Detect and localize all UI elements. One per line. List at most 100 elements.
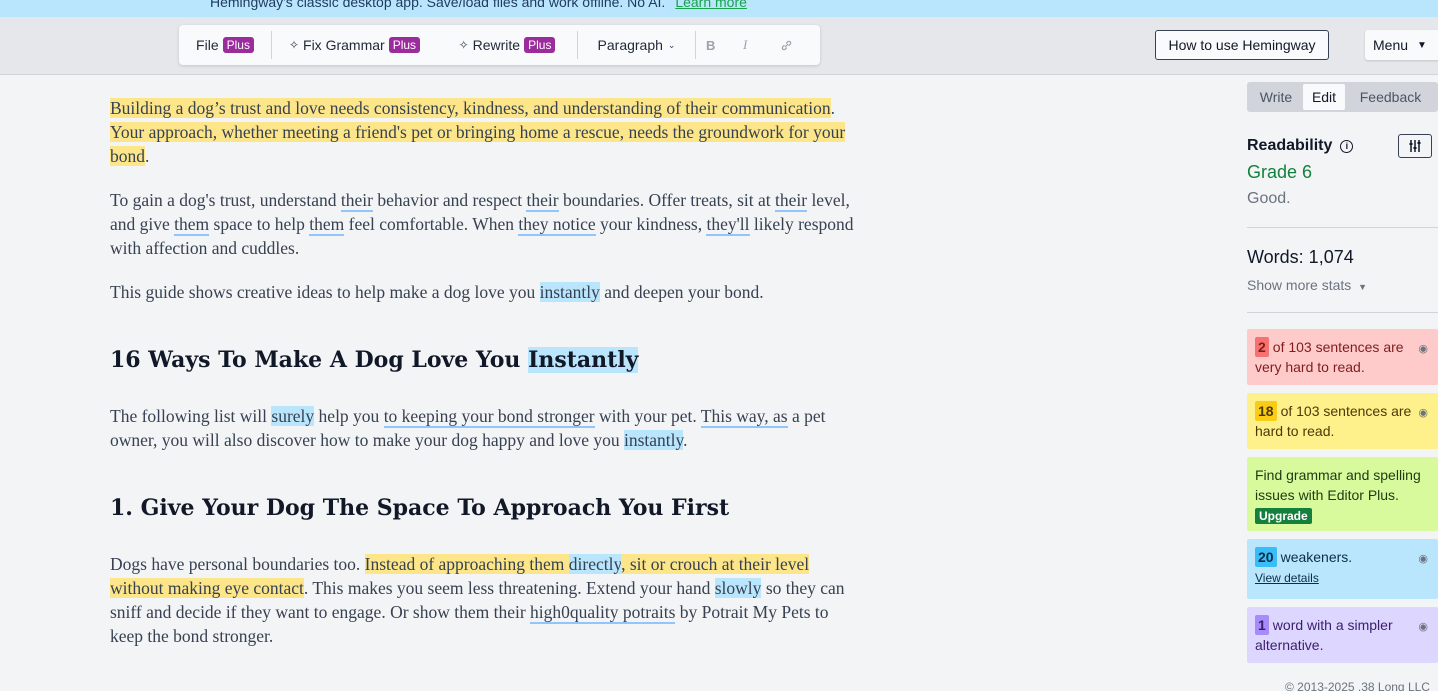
fix-grammar-button[interactable]: ✧ Fix Grammar Plus: [272, 25, 437, 65]
weakener-highlight[interactable]: surely: [271, 406, 315, 426]
pronoun-highlight[interactable]: them: [309, 214, 345, 236]
weakeners-text: weakeners.: [1280, 549, 1353, 565]
weakener-highlight[interactable]: instantly: [539, 282, 600, 302]
pronoun-highlight[interactable]: they'll: [706, 214, 750, 236]
text: space to help: [209, 214, 310, 234]
text: The following list will: [110, 406, 272, 426]
paragraph-dropdown[interactable]: Paragraph ⌄: [578, 25, 695, 65]
weakener-highlight[interactable]: Instantly: [528, 347, 639, 373]
simpler-alternative-card[interactable]: 1 word with a simpler alternative. ◉: [1247, 607, 1438, 663]
text: with your pet.: [594, 406, 701, 426]
simpler-count: 1: [1255, 615, 1269, 635]
how-to-use-button[interactable]: How to use Hemingway: [1155, 30, 1329, 60]
upgrade-button[interactable]: Upgrade: [1255, 508, 1312, 524]
paragraph: Building a dog’s trust and love needs co…: [110, 96, 855, 168]
chevron-down-icon: ⌄: [667, 39, 676, 50]
plus-badge: Plus: [524, 37, 556, 53]
readability-text: Readability: [1247, 137, 1333, 154]
editor-content[interactable]: Building a dog’s trust and love needs co…: [110, 96, 855, 668]
pronoun-highlight[interactable]: they notice: [518, 214, 596, 236]
hard-sentence[interactable]: Instead of approaching them: [364, 554, 569, 574]
weakener-highlight[interactable]: slowly: [714, 578, 762, 598]
text: help you: [314, 406, 384, 426]
pronoun-highlight[interactable]: them: [174, 214, 210, 236]
text: This guide shows creative ideas to help …: [110, 282, 540, 302]
info-icon[interactable]: i: [1340, 139, 1354, 153]
pronoun-highlight[interactable]: their: [340, 190, 373, 212]
weakeners-card[interactable]: 20 weakeners. View details ◉: [1247, 539, 1438, 599]
readability-label: Readability i: [1247, 137, 1354, 155]
menu-button[interactable]: Menu ▼: [1365, 30, 1438, 60]
text: .: [683, 430, 688, 450]
text: To gain a dog's trust, understand: [110, 190, 341, 210]
rewrite-button[interactable]: ✧ Rewrite Plus: [437, 25, 577, 65]
show-more-stats-link[interactable]: Show more stats ▼: [1247, 277, 1367, 293]
divider: [1247, 227, 1438, 228]
rewrite-label: Rewrite: [472, 37, 521, 53]
text: Dogs have personal boundaries too.: [110, 554, 365, 574]
weakener-highlight[interactable]: directly: [568, 554, 622, 574]
grammar-highlight[interactable]: to keeping your bond stronger: [383, 406, 595, 428]
hard-count: 18: [1255, 401, 1277, 421]
pronoun-highlight[interactable]: their: [526, 190, 559, 212]
file-label: File: [196, 37, 219, 53]
very-hard-sentence[interactable]: Building a dog’s trust and love needs co…: [110, 98, 831, 118]
eye-icon[interactable]: ◉: [1418, 549, 1428, 569]
sidebar: Write Edit Feedback Readability i Grade …: [1247, 82, 1438, 663]
tab-feedback[interactable]: Feedback: [1345, 84, 1436, 110]
heading: 16 Ways To Make A Dog Love You Instantly: [110, 344, 855, 376]
heading: 1. Give Your Dog The Space To Approach Y…: [110, 495, 730, 521]
grammar-highlight[interactable]: This way, as: [700, 406, 788, 428]
very-hard-count: 2: [1255, 337, 1269, 357]
bold-label: B: [706, 37, 716, 53]
text: boundaries. Offer treats, sit at: [558, 190, 775, 210]
top-banner: Hemingway's classic desktop app. Save/lo…: [0, 0, 1438, 17]
plus-badge: Plus: [222, 37, 254, 53]
eye-icon[interactable]: ◉: [1418, 403, 1428, 423]
learn-more-link[interactable]: Learn more: [675, 0, 747, 10]
sliders-icon: [1409, 140, 1421, 152]
mode-tabs: Write Edit Feedback: [1247, 82, 1438, 112]
weakener-highlight[interactable]: instantly: [624, 430, 684, 450]
toolbar-divider: [695, 31, 696, 59]
text: . This makes you seem less threatening. …: [303, 578, 715, 598]
menu-label: Menu: [1373, 37, 1409, 53]
spelling-highlight[interactable]: high0quality potraits: [530, 602, 676, 624]
sparkle-icon: ✧: [288, 38, 300, 52]
tab-write[interactable]: Write: [1249, 84, 1303, 110]
italic-button[interactable]: I: [743, 25, 780, 65]
grade-value: Grade 6: [1247, 162, 1313, 182]
tab-edit[interactable]: Edit: [1303, 84, 1345, 110]
file-button[interactable]: File Plus: [179, 25, 271, 65]
text: feel comfortable. When: [344, 214, 519, 234]
text: and deepen your bond.: [599, 282, 764, 302]
settings-sliders-button[interactable]: [1398, 134, 1432, 158]
eye-icon[interactable]: ◉: [1418, 339, 1428, 359]
text: behavior and respect: [372, 190, 527, 210]
text: .: [145, 146, 150, 166]
caret-down-icon: ▼: [1417, 39, 1427, 51]
hard-sentences-card[interactable]: 18 of 103 sentences are hard to read. ◉: [1247, 393, 1438, 449]
text: your kindness,: [595, 214, 707, 234]
editor-plus-card: Find grammar and spelling issues with Ed…: [1247, 457, 1438, 531]
copyright: © 2013-2025 .38 Long LLC: [1285, 680, 1430, 691]
hard-sentence[interactable]: Your approach, whether meeting a friend'…: [110, 122, 846, 166]
text: 16 Ways To Make A Dog Love You: [110, 347, 529, 373]
grade-note: Good.: [1247, 190, 1291, 207]
paragraph: To gain a dog's trust, understand their …: [110, 188, 855, 260]
eye-icon[interactable]: ◉: [1418, 617, 1428, 637]
sparkle-icon: ✧: [458, 38, 469, 52]
link-button[interactable]: [780, 25, 817, 65]
editor-toolbar: File Plus ✧ Fix Grammar Plus ✧ Rewrite P…: [179, 25, 820, 65]
paragraph: Dogs have personal boundaries too. Inste…: [110, 552, 855, 648]
editor-plus-text: Find grammar and spelling issues with Ed…: [1255, 467, 1421, 503]
plus-badge: Plus: [388, 37, 421, 53]
bold-button[interactable]: B: [706, 25, 743, 65]
view-details-link[interactable]: View details: [1255, 571, 1319, 585]
show-more-label: Show more stats: [1247, 277, 1352, 293]
pronoun-highlight[interactable]: their: [774, 190, 808, 212]
caret-down-icon: ▼: [1358, 282, 1368, 292]
fix-grammar-label: Fix Grammar: [303, 37, 385, 53]
simpler-text: word with a simpler alternative.: [1255, 617, 1393, 653]
very-hard-sentences-card[interactable]: 2 of 103 sentences are very hard to read.…: [1247, 329, 1438, 385]
